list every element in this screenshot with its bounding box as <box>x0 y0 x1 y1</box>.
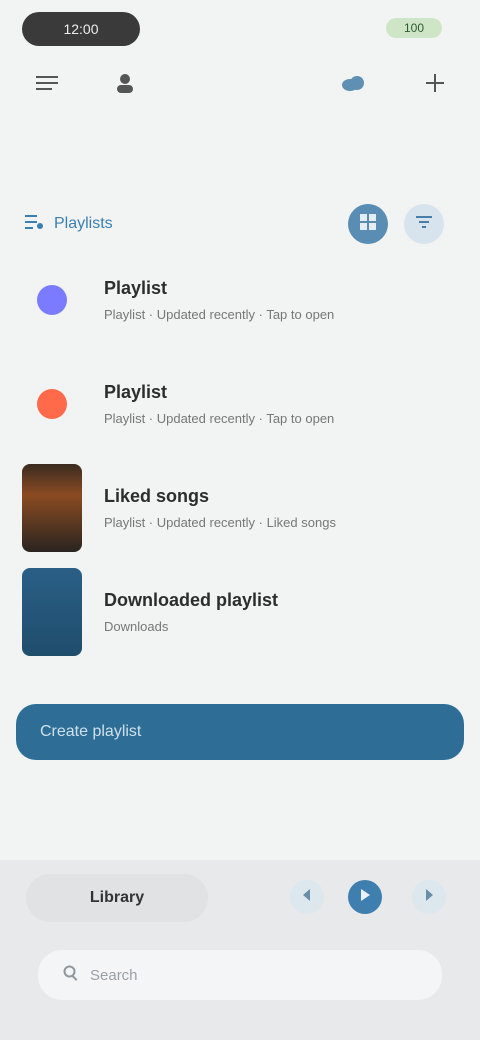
previous-icon <box>300 888 314 907</box>
tab-library[interactable]: Library <box>26 874 208 922</box>
previous-button[interactable] <box>290 880 324 914</box>
item-title: Liked songs <box>104 486 210 506</box>
cloud-icon[interactable] <box>336 66 370 100</box>
playlist-thumbnail <box>16 352 88 456</box>
status-time: 12:00 <box>63 21 99 37</box>
list-icon[interactable] <box>30 66 64 100</box>
list-item[interactable]: Downloaded playlist Downloads <box>16 560 464 664</box>
item-title: Downloaded playlist <box>104 590 279 610</box>
next-button[interactable] <box>412 880 446 914</box>
section-header: Playlists <box>24 206 113 242</box>
plus-icon[interactable] <box>418 66 452 100</box>
next-icon <box>422 888 436 907</box>
sort-icon <box>416 214 432 235</box>
item-subtitle: Playlist · Updated recently · Tap to ope… <box>104 411 335 426</box>
item-subtitle: Playlist · Updated recently · Liked song… <box>104 515 336 530</box>
item-title: Playlist <box>104 278 168 298</box>
item-title: Playlist <box>104 382 168 402</box>
item-subtitle: Playlist · Updated recently · Tap to ope… <box>104 307 335 322</box>
playlist-dot-icon <box>37 285 67 315</box>
create-playlist-button[interactable]: Create playlist <box>16 704 464 760</box>
list-item[interactable]: Playlist Playlist · Updated recently · T… <box>16 248 464 352</box>
battery-indicator: 100 <box>386 18 442 38</box>
grid-view-button[interactable] <box>348 204 388 244</box>
playlist-thumbnail <box>16 456 88 560</box>
search-icon <box>62 964 80 987</box>
status-pill: 12:00 <box>22 12 140 46</box>
search-placeholder: Search <box>90 966 138 984</box>
grid-icon <box>360 213 376 235</box>
battery-level: 100 <box>403 21 425 35</box>
list-item[interactable]: Playlist Playlist · Updated recently · T… <box>16 352 464 456</box>
playlist-dot-icon <box>37 389 67 419</box>
playlist-icon <box>24 212 44 237</box>
tab-label: Library <box>89 889 145 906</box>
section-label: Playlists <box>54 215 113 232</box>
playlist-thumbnail <box>16 560 88 664</box>
playlist-thumbnail <box>16 248 88 352</box>
album-art <box>22 464 82 552</box>
list-item[interactable]: Liked songs Playlist · Updated recently … <box>16 456 464 560</box>
album-art <box>22 568 82 656</box>
play-button[interactable] <box>348 880 382 914</box>
person-icon[interactable] <box>108 66 142 100</box>
play-icon <box>358 888 372 907</box>
search-bar[interactable]: Search <box>38 950 442 1000</box>
sort-button[interactable] <box>404 204 444 244</box>
item-subtitle: Downloads <box>104 619 169 634</box>
action-label: Create playlist <box>40 723 142 740</box>
